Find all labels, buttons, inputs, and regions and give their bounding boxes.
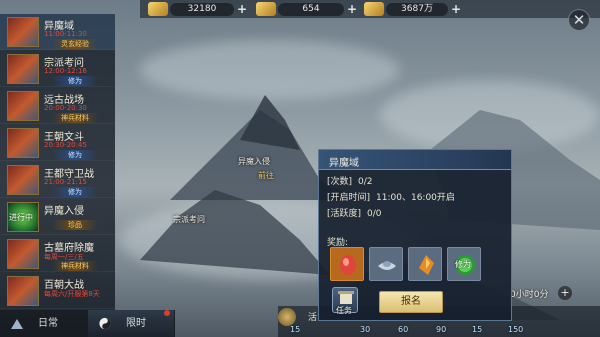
activity-tag: 修为 [52,150,98,160]
close-icon: ✕ [572,11,586,29]
add-coins-button[interactable]: + [450,3,462,15]
activity-item[interactable]: 王朝文斗 20:30-20:45 修为 [0,125,115,161]
activity-tag: 神兵材料 [52,113,98,123]
activity-tag: 神兵材料 [52,261,98,271]
currency-bar: 32180 + 654 + 3687万 + [140,0,600,18]
silver-ingot-icon [378,261,396,270]
reward-label-text: 修为 [455,260,471,269]
activity-item[interactable]: 古墓府除魔 每周一/三/五 神兵材料 [0,236,115,272]
bottom-tab-bar: 日常 限时 [0,310,175,337]
activity-points-label: [活跃度] [327,209,362,219]
progress-num: 15 [472,325,483,334]
currency-value: 32180 [170,2,234,16]
currency-ingot: 32180 + [148,2,248,16]
reward-slot[interactable]: 修为 [447,247,481,281]
activity-item[interactable]: 远古战场 20:00-20:30 神兵材料 [0,88,115,124]
activity-thumbnail [7,276,39,306]
open-time-value: 11:00、16:00开启 [376,193,455,203]
activity-tag: 珍品 [52,220,98,230]
count-label: [次数] [327,177,353,187]
close-button[interactable]: ✕ [568,9,590,31]
activity-thumbnail [7,239,39,269]
activity-tag: 灵玄经验 [52,39,98,49]
notification-dot [164,310,170,316]
map-label-invasion[interactable]: 异魔入侵 [238,156,270,167]
activity-tag: 修为 [52,187,98,197]
activity-points-row: [活跃度] 0/0 [327,206,388,219]
activity-thumbnail [7,54,39,84]
gold-icon [256,2,276,16]
strip-text: 活 [308,313,318,323]
task-button-label: 任务 [336,306,352,315]
add-ingot-button[interactable]: + [236,3,248,15]
red-gem-icon [340,255,356,275]
progress-num: 150 [508,325,524,334]
add-time-button[interactable]: + [558,286,572,300]
activity-item[interactable]: 百朝大战 每周六/开服第8天 [0,273,115,309]
count-value: 0/2 [358,177,373,187]
activity-list[interactable]: 异魔域 11:00-11:30 灵玄经验 宗派考问 12:00-12:16 修为… [0,14,115,310]
open-time-row: [开启时间] 11:00、16:00开启 [327,190,461,203]
activity-thumbnail [7,17,39,47]
popup-title: 异魔域 [329,158,359,169]
activity-thumbnail [7,165,39,195]
chest-icon[interactable] [278,308,296,326]
open-time-label: [开启时间] [327,193,371,203]
tab-limited-label: 限时 [126,318,146,329]
activity-time: 每周六/开服第8天 [44,290,100,298]
currency-value: 654 [278,2,344,16]
tab-daily-label: 日常 [38,318,58,329]
activity-item[interactable]: 宗派考问 12:00-12:16 修为 [0,51,115,87]
reward-slot[interactable] [408,247,442,281]
currency-coins: 3687万 + [364,2,462,16]
goto-link[interactable]: 前往 [258,170,274,181]
activity-thumbnail [7,91,39,121]
popup-header: 异魔域 [319,150,511,170]
reward-slot[interactable] [330,247,364,281]
activity-time: 20:30-20:45 [44,141,87,149]
add-gold-button[interactable]: + [346,3,358,15]
activity-time: 12:00-12:16 [44,67,87,75]
currency-gold: 654 + [256,2,358,16]
tab-limited[interactable]: 限时 [88,310,174,337]
activity-item[interactable]: 进行中 异魔入侵 珍品 [0,199,115,235]
progress-num: 60 [398,325,409,334]
ingot-icon [148,2,168,16]
activity-item[interactable]: 异魔域 11:00-11:30 灵玄经验 [0,14,115,50]
currency-value: 3687万 [386,2,448,16]
activity-detail-popup: 异魔域 [次数] 0/2 [开启时间] 11:00、16:00开启 [活跃度] 0/0… [318,149,512,321]
remaining-time: 0小时0分 [510,290,549,300]
activity-time: 21:00-21:15 [44,178,87,186]
activity-time: 20:00-20:30 [44,104,87,112]
tab-daily[interactable]: 日常 [0,310,86,337]
daily-icon [11,319,23,329]
reward-slot[interactable] [369,247,403,281]
activity-points-value: 0/0 [367,209,382,219]
activity-tag: 修为 [52,76,98,86]
progress-num: 90 [436,325,447,334]
activity-item[interactable]: 王都守卫战 21:00-21:15 修为 [0,162,115,198]
activity-name: 异魔入侵 [44,206,84,217]
activity-thumbnail: 进行中 [7,202,39,232]
in-progress-badge: 进行中 [9,213,33,222]
coins-icon [364,2,384,16]
progress-num: 15 [290,325,301,334]
activity-thumbnail [7,128,39,158]
amber-stone-icon [419,255,434,275]
activity-time: 11:00-11:30 [44,30,87,38]
yin-yang-icon [99,317,111,330]
map-label-sect[interactable]: 宗派考问 [173,214,205,225]
progress-num: 30 [360,325,371,334]
signup-button[interactable]: 报名 [379,291,443,313]
count-row: [次数] 0/2 [327,174,379,187]
